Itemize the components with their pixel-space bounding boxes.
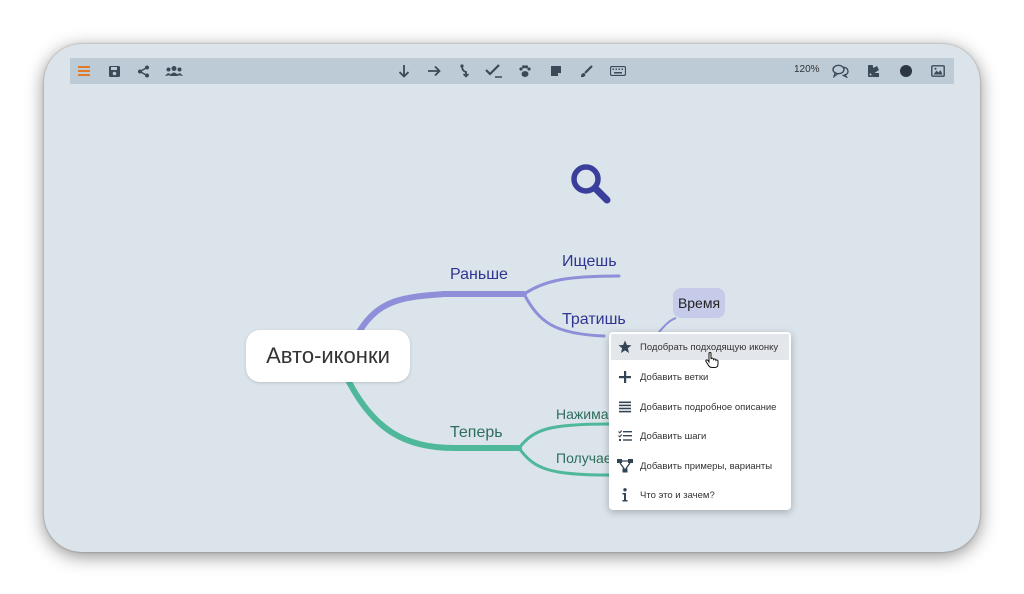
child-connector-nazhima (517, 422, 611, 450)
plus-icon (614, 371, 636, 383)
zoom-level[interactable]: 120% (794, 64, 820, 75)
mindmap-connectors (346, 274, 677, 477)
arrow-down-icon[interactable] (394, 61, 414, 81)
menu-icon[interactable] (74, 61, 94, 81)
tag-node-vremya[interactable]: Время (673, 288, 725, 318)
menu-item-add-description[interactable]: Добавить подробное описание (611, 394, 789, 420)
users-icon[interactable] (164, 61, 184, 81)
brush-icon[interactable] (576, 61, 596, 81)
branch-icon[interactable] (454, 61, 474, 81)
menu-item-add-steps[interactable]: Добавить шаги (611, 423, 789, 449)
star-icon (614, 340, 636, 354)
child-connector-ishesh (522, 274, 621, 296)
branch-node-ranshe[interactable]: Раньше (450, 266, 508, 284)
branch-connector-upper (356, 291, 527, 335)
menu-item-label: Добавить примеры, варианты (640, 460, 773, 472)
child-node-ishesh[interactable]: Ищешь (562, 253, 617, 271)
menu-item-pick-icon[interactable]: Подобрать подходящую иконку (611, 334, 789, 360)
examples-icon (614, 459, 636, 473)
menu-item-label: Подобрать подходящую иконку (640, 341, 779, 353)
circle-icon[interactable] (896, 61, 916, 81)
app-frame: 120% Авто-иконки Раньше Ищешь Тратишь Вр… (44, 44, 980, 552)
paw-icon[interactable] (515, 61, 535, 81)
tag-node-label: Время (677, 295, 721, 311)
context-menu: Подобрать подходящую иконку Добавить вет… (609, 332, 791, 510)
info-icon (614, 488, 636, 502)
root-node[interactable]: Авто-иконки (246, 330, 410, 382)
menu-item-label: Добавить шаги (640, 430, 707, 442)
root-node-label: Авто-иконки (266, 343, 390, 368)
save-icon[interactable] (104, 61, 124, 81)
description-icon (614, 401, 636, 413)
menu-item-label: Добавить ветки (640, 371, 709, 383)
comments-icon[interactable] (830, 61, 850, 81)
arrow-right-icon[interactable] (424, 61, 444, 81)
hand-cursor-icon (705, 351, 719, 373)
toolbar: 120% (70, 58, 954, 84)
menu-item-label: Что это и зачем? (640, 489, 715, 501)
steps-icon (614, 430, 636, 442)
child-node-nazhima[interactable]: Нажима (556, 406, 609, 422)
check-icon[interactable] (484, 61, 504, 81)
mindmap-canvas: Авто-иконки Раньше Ищешь Тратишь Время Т… (44, 84, 980, 552)
menu-item-add-branches[interactable]: Добавить ветки (611, 364, 789, 390)
note-icon[interactable] (546, 61, 566, 81)
menu-item-what-is-this[interactable]: Что это и зачем? (611, 482, 789, 508)
keyboard-icon[interactable] (608, 61, 628, 81)
search-icon (569, 162, 611, 209)
share-icon[interactable] (133, 61, 153, 81)
branch-node-teper[interactable]: Теперь (450, 424, 503, 442)
menu-item-label: Добавить подробное описание (640, 401, 777, 413)
tag-connector (658, 317, 677, 333)
child-node-poluchae[interactable]: Получае (556, 450, 612, 466)
menu-item-add-examples[interactable]: Добавить примеры, варианты (611, 453, 789, 479)
palette-icon[interactable] (864, 61, 884, 81)
child-node-tratish[interactable]: Тратишь (562, 311, 626, 329)
image-icon[interactable] (928, 61, 948, 81)
